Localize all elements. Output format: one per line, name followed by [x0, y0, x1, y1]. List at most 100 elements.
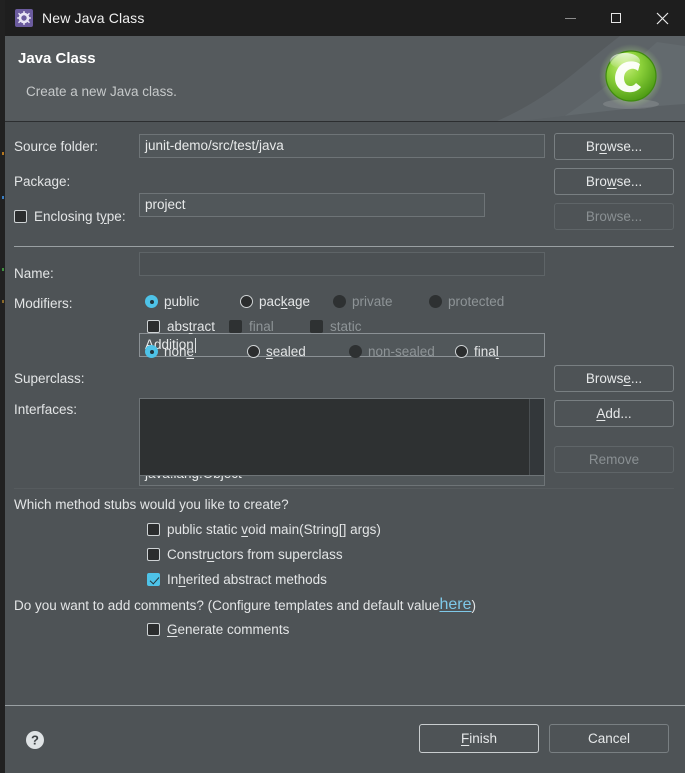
method-stubs-question-row: Which method stubs would you like to cre…	[14, 497, 289, 512]
radio-none-label: none	[164, 344, 195, 359]
page-title: Java Class	[18, 50, 96, 67]
finish-button[interactable]: Finish	[419, 724, 539, 753]
enclosing-type-label: Enclosing type:	[34, 209, 126, 224]
radio-final-label: final	[474, 344, 499, 359]
enclosing-type-row[interactable]: Enclosing type:	[14, 209, 126, 224]
radio-sealed-indicator	[247, 345, 260, 358]
modifier-radio-final[interactable]: final	[455, 344, 499, 359]
comments-question-row: Do you want to add comments? (Configure …	[14, 596, 476, 614]
method-stubs-question: Which method stubs would you like to cre…	[14, 497, 289, 512]
modifier-checkbox-abstract[interactable]: abstract	[147, 319, 215, 334]
checkbox-constructors-indicator	[147, 548, 160, 561]
bg-pixel	[2, 300, 4, 303]
new-java-class-dialog: New Java Class Java Class Create a new J…	[5, 0, 685, 773]
package-browse-button[interactable]: Browse...	[554, 168, 674, 195]
interfaces-remove-button: Remove	[554, 446, 674, 473]
checkbox-main-label: public static void main(String[] args)	[167, 522, 381, 537]
checkbox-constructors-label: Constructors from superclass	[167, 547, 343, 562]
radio-private-label: private	[352, 294, 393, 309]
radio-public-label: public	[164, 294, 200, 309]
superclass-label-row: Superclass:	[14, 371, 85, 386]
modifier-radio-public[interactable]: public	[145, 294, 199, 309]
help-icon[interactable]: ?	[25, 730, 45, 750]
superclass-browse-button[interactable]: Browse...	[554, 365, 674, 392]
separator-stubs	[14, 488, 674, 489]
radio-non-sealed-indicator	[349, 345, 362, 358]
bg-pixel	[2, 152, 4, 155]
stub-checkbox-inherited[interactable]: Inherited abstract methods	[147, 572, 327, 587]
dialog-footer: ? Finish Cancel	[5, 705, 685, 773]
interfaces-label: Interfaces:	[14, 402, 78, 417]
text-caret	[194, 337, 196, 353]
source-folder-value: junit-demo/src/test/java	[145, 138, 284, 153]
modifier-checkbox-static: static	[310, 319, 362, 334]
interfaces-label-row: Interfaces:	[14, 402, 77, 417]
stub-checkbox-main[interactable]: public static void main(String[] args)	[147, 522, 381, 537]
modifier-radio-protected: protected	[429, 294, 504, 309]
radio-public-indicator	[145, 295, 158, 308]
page-description: Create a new Java class.	[26, 84, 177, 99]
modifier-radio-sealed[interactable]: sealed	[247, 344, 306, 359]
enclosing-type-input[interactable]	[139, 252, 545, 276]
stub-checkbox-constructors[interactable]: Constructors from superclass	[147, 547, 343, 562]
cancel-button[interactable]: Cancel	[549, 724, 669, 753]
minimize-icon[interactable]	[547, 0, 593, 36]
checkbox-abstract-indicator	[147, 320, 160, 333]
enclosing-type-browse-button: Browse...	[554, 203, 674, 230]
checkbox-generate-comments-indicator	[147, 623, 160, 636]
interfaces-scrollbar[interactable]	[529, 399, 544, 475]
close-icon[interactable]	[639, 0, 685, 36]
window-controls	[547, 0, 685, 36]
radio-none-indicator	[145, 345, 158, 358]
checkbox-final-indicator	[229, 320, 242, 333]
dialog-body: Source folder: junit-demo/src/test/java …	[5, 122, 685, 705]
modifiers-label-row: Modifiers:	[14, 296, 73, 311]
modifier-radio-none[interactable]: none	[145, 344, 194, 359]
checkbox-final-label: final	[249, 319, 274, 334]
package-value: project	[145, 197, 186, 212]
radio-final-indicator	[455, 345, 468, 358]
cancel-button-label: Cancel	[587, 731, 631, 746]
comments-question-prefix: Do you want to add comments? (Configure …	[14, 597, 440, 613]
bg-pixel	[2, 196, 4, 199]
source-folder-browse-button[interactable]: Browse...	[554, 133, 674, 160]
java-class-wizard-icon	[599, 44, 663, 109]
separator-top	[14, 246, 674, 247]
checkbox-abstract-label: abstract	[167, 319, 216, 334]
enclosing-type-browse-label: Browse...	[585, 209, 643, 224]
wizard-banner: Java Class Create a new Java class.	[5, 36, 685, 122]
package-label: Package:	[14, 174, 71, 189]
interfaces-list-content[interactable]	[140, 399, 529, 475]
generate-comments-checkbox-row[interactable]: Generate comments	[147, 622, 289, 637]
source-folder-label: Source folder:	[14, 139, 99, 154]
checkbox-static-label: static	[330, 319, 362, 334]
radio-non-sealed-label: non-sealed	[368, 344, 435, 359]
checkbox-main-indicator	[147, 523, 160, 536]
checkbox-inherited-label: Inherited abstract methods	[167, 572, 327, 587]
modifier-radio-package[interactable]: package	[240, 294, 310, 309]
interfaces-add-button[interactable]: Add...	[554, 400, 674, 427]
source-folder-input[interactable]: junit-demo/src/test/java	[139, 134, 545, 158]
interfaces-remove-label: Remove	[588, 452, 640, 467]
interfaces-list[interactable]	[139, 398, 545, 476]
bg-pixel	[2, 268, 4, 271]
radio-package-indicator	[240, 295, 253, 308]
radio-package-label: package	[259, 294, 311, 309]
radio-protected-label: protected	[448, 294, 505, 309]
package-input[interactable]: project	[139, 193, 485, 217]
enclosing-type-checkbox[interactable]	[14, 210, 27, 223]
source-folder-label-row: Source folder:	[14, 139, 98, 154]
package-label-row: Package:	[14, 174, 70, 189]
window-title: New Java Class	[42, 10, 145, 26]
modifier-radio-non-sealed: non-sealed	[349, 344, 435, 359]
svg-text:?: ?	[31, 733, 39, 748]
comments-question-suffix: )	[471, 597, 477, 613]
title-bar: New Java Class	[5, 0, 685, 36]
checkbox-generate-comments-label: Generate comments	[167, 622, 290, 637]
superclass-label: Superclass:	[14, 371, 85, 386]
checkbox-static-indicator	[310, 320, 323, 333]
radio-sealed-label: sealed	[266, 344, 306, 359]
configure-templates-link[interactable]: here	[440, 596, 472, 614]
modifier-radio-private: private	[333, 294, 393, 309]
maximize-icon[interactable]	[593, 0, 639, 36]
